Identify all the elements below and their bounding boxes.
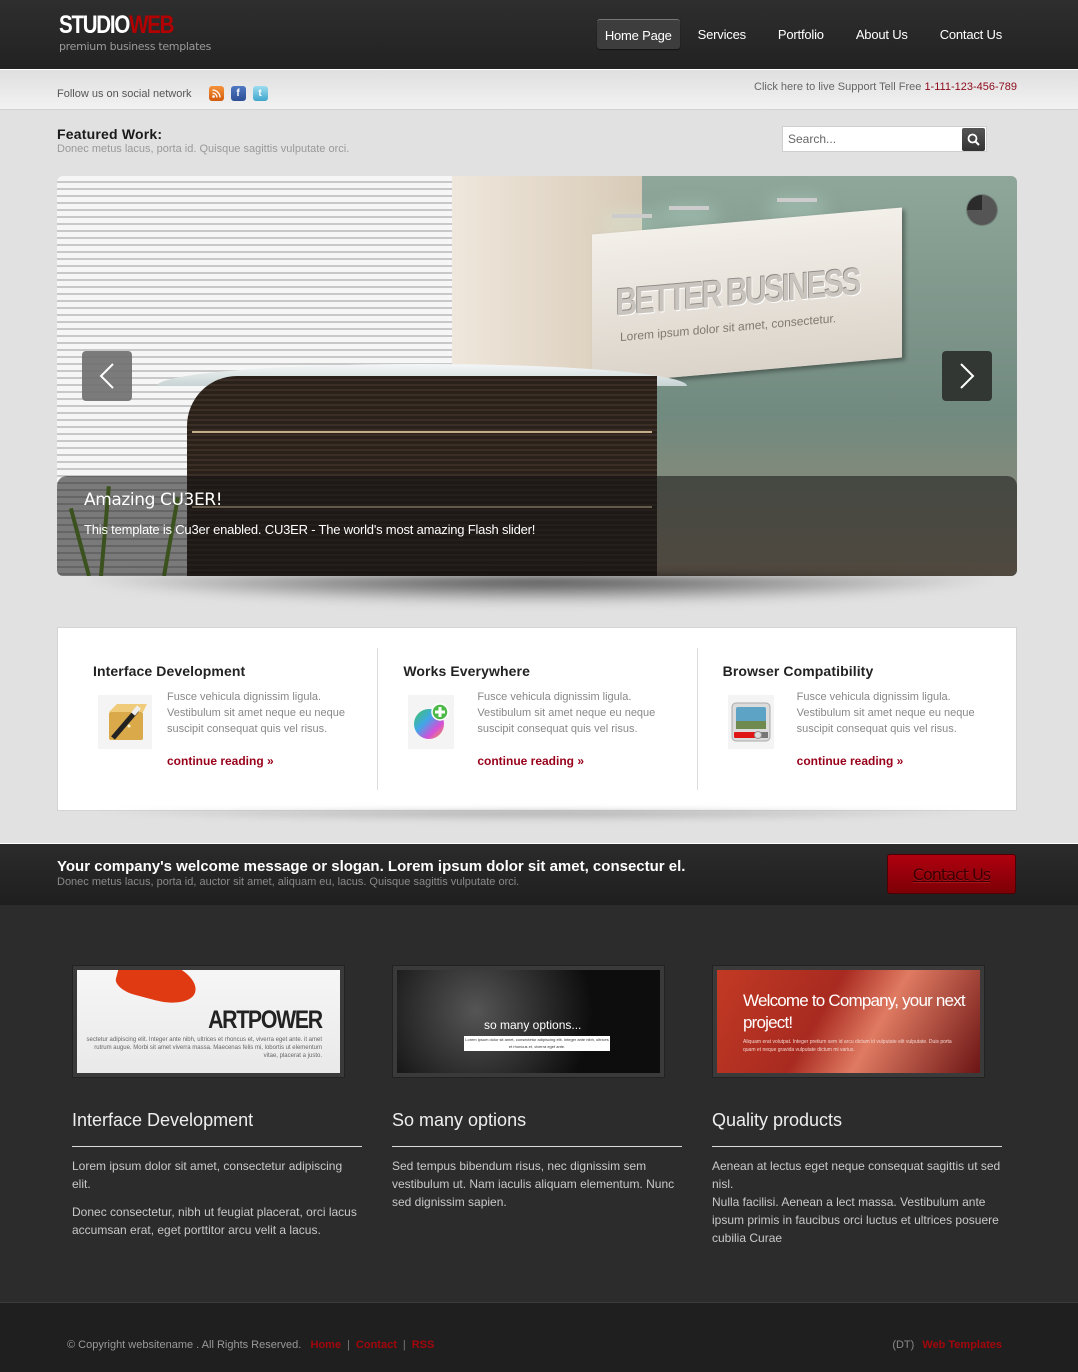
- feature-title: Interface Development: [93, 663, 246, 679]
- features-shadow: [80, 810, 994, 822]
- welcome-subtext: Donec metus lacus, porta id, auctor sit …: [57, 876, 520, 888]
- footer-links: Home | Contact | RSS: [311, 1339, 435, 1351]
- caption-text: This template is Cu3er enabled. CU3ER - …: [84, 522, 536, 537]
- nav-services[interactable]: Services: [684, 19, 760, 49]
- feature-title: Browser Compatibility: [722, 663, 874, 679]
- portfolio-title: Interface Development: [72, 1110, 362, 1147]
- support-text: Click here to live Support Tell Free: [754, 81, 922, 93]
- contact-us-button[interactable]: Contact Us: [887, 854, 1016, 894]
- site-header: STUDIOWEB premium business templates Hom…: [0, 0, 1078, 70]
- welcome-band: Your company's welcome message or slogan…: [0, 843, 1078, 905]
- portfolio-text: Lorem ipsum dolor sit amet, consectetur …: [72, 1159, 343, 1191]
- caption-title: Amazing CU3ER!: [84, 490, 223, 510]
- thumb-text: Aliquam erat volutpat. Integer pretium s…: [743, 1039, 952, 1053]
- support-phone[interactable]: 1-111-123-456-789: [924, 81, 1017, 93]
- slider-prev-button[interactable]: [82, 351, 132, 401]
- portfolio-text: Sed tempus bibendum risus, nec dignissim…: [392, 1159, 675, 1209]
- welcome-company-image: Welcome to Company, your next project! A…: [717, 970, 980, 1073]
- portfolio-item: so many options... Lorem ipsum dolor sit…: [392, 965, 682, 1211]
- portfolio-item: ARTPOWER sectetur adipiscing elit. Integ…: [72, 965, 362, 1239]
- slider-next-button[interactable]: [942, 351, 992, 401]
- thumb-text: sectetur adipiscing elit. Integer ante n…: [86, 1037, 322, 1059]
- color-wheel-add-icon: [408, 695, 455, 749]
- wall-lamp: [669, 206, 709, 210]
- features-box: Interface Development Fusce vehicula dig…: [57, 627, 1017, 811]
- portfolio-text: Donec consectetur, nibh ut feugiat place…: [72, 1205, 357, 1237]
- portfolio-thumbnail[interactable]: Welcome to Company, your next project! A…: [712, 965, 985, 1078]
- logo[interactable]: STUDIOWEB premium business templates: [59, 11, 212, 54]
- logo-tagline: premium business templates: [59, 40, 212, 53]
- feature-text: Fusce vehicula dignissim ligula. Vestibu…: [477, 691, 656, 735]
- feature-title: Works Everywhere: [403, 663, 530, 679]
- so-many-options-image: so many options... Lorem ipsum dolor sit…: [397, 970, 660, 1073]
- continue-reading-link[interactable]: continue reading »: [797, 754, 904, 768]
- thumb-title: so many options...: [484, 1018, 582, 1032]
- portfolio-item: Welcome to Company, your next project! A…: [712, 965, 1002, 1247]
- search-button[interactable]: [962, 128, 985, 151]
- wall-lamp: [777, 198, 817, 202]
- portfolio-title: Quality products: [712, 1110, 1002, 1147]
- portfolio-thumbnail[interactable]: ARTPOWER sectetur adipiscing elit. Integ…: [72, 965, 345, 1078]
- welcome-headline: Your company's welcome message or slogan…: [57, 858, 686, 875]
- separator: |: [347, 1339, 350, 1351]
- artpower-image: ARTPOWER sectetur adipiscing elit. Integ…: [77, 970, 340, 1073]
- separator: |: [402, 1339, 406, 1351]
- footer-link-rss[interactable]: RSS: [412, 1339, 435, 1351]
- featured-title: Featured Work:: [57, 126, 163, 142]
- rss-icon[interactable]: [208, 86, 224, 101]
- follow-text: Follow us on social network: [57, 87, 192, 100]
- support-info[interactable]: Click here to live Support Tell Free 1-1…: [754, 81, 1017, 93]
- feature-text: Fusce vehicula dignissim ligula. Vestibu…: [167, 691, 345, 735]
- slide-timer-icon: [967, 195, 997, 225]
- paint-splash: [113, 970, 201, 1010]
- credit-prefix: (DT): [892, 1339, 915, 1351]
- feature-item: Interface Development Fusce vehicula dig…: [58, 628, 377, 810]
- facebook-icon[interactable]: f: [230, 86, 246, 101]
- chevron-right-icon: [960, 363, 975, 389]
- nav-home-page[interactable]: Home Page: [596, 19, 680, 49]
- footer-link-contact[interactable]: Contact: [356, 1339, 397, 1351]
- portfolio-text: Nulla facilisi. Aenean a lect massa. Ves…: [712, 1195, 999, 1245]
- thumb-title: ARTPOWER: [208, 1006, 323, 1034]
- portfolio-section: ARTPOWER sectetur adipiscing elit. Integ…: [0, 905, 1078, 1303]
- portfolio-title: So many options: [392, 1110, 682, 1147]
- footer-credit: (DT) Web Templates: [892, 1339, 1002, 1351]
- thumb-title: Welcome to Company, your next project!: [743, 991, 966, 1032]
- slider-shadow: [85, 576, 993, 604]
- main-nav: Home Page Services Portfolio About Us Co…: [596, 19, 1016, 49]
- thumb-text: Lorem ipsum dolor sit amet, consectetur …: [464, 1036, 610, 1051]
- slide-caption: Amazing CU3ER! This template is Cu3er en…: [57, 476, 1017, 576]
- footer-link-home[interactable]: Home: [311, 1339, 342, 1351]
- chevron-left-icon: [99, 363, 114, 389]
- featured-slider[interactable]: BETTER BUSINESS Lorem ipsum dolor sit am…: [57, 176, 1017, 576]
- better-business-sign: BETTER BUSINESS Lorem ipsum dolor sit am…: [592, 207, 902, 385]
- logo-wordmark: STUDIOWEB: [59, 11, 174, 39]
- featured-header: Featured Work: Donec metus lacus, porta …: [0, 110, 1078, 175]
- magic-wand-box-icon: [98, 695, 152, 749]
- follow-us: Follow us on social network f t: [57, 86, 268, 101]
- feature-item: Works Everywhere Fusce vehicula dignissi…: [377, 648, 696, 790]
- nav-about-us[interactable]: About Us: [842, 19, 922, 49]
- site-footer: © Copyright websitename . All Rights Res…: [0, 1302, 1078, 1372]
- desk-stripe: [192, 431, 652, 433]
- portfolio-thumbnail[interactable]: so many options... Lorem ipsum dolor sit…: [392, 965, 665, 1078]
- wall-lamp: [612, 214, 652, 218]
- footer-left: © Copyright websitename . All Rights Res…: [67, 1339, 434, 1351]
- feature-item: Browser Compatibility Fusce vehicula dig…: [696, 648, 1016, 790]
- continue-reading-link[interactable]: continue reading »: [477, 754, 584, 768]
- featured-subtitle: Donec metus lacus, porta id. Quisque sag…: [57, 143, 350, 155]
- media-player-icon: [727, 695, 774, 749]
- feature-text: Fusce vehicula dignissim ligula. Vestibu…: [796, 691, 975, 735]
- twitter-icon[interactable]: t: [252, 86, 268, 101]
- nav-contact-us[interactable]: Contact Us: [926, 19, 1016, 49]
- nav-portfolio[interactable]: Portfolio: [764, 19, 838, 49]
- social-bar: Follow us on social network f t Click he…: [0, 70, 1078, 110]
- search-box: [782, 126, 987, 152]
- portfolio-text: Aenean at lectus eget neque consequat sa…: [712, 1159, 1001, 1191]
- continue-reading-link[interactable]: continue reading »: [167, 754, 274, 768]
- web-templates-link[interactable]: Web Templates: [922, 1339, 1002, 1351]
- search-input[interactable]: [783, 127, 958, 151]
- search-icon: [967, 133, 980, 146]
- copyright-text: © Copyright websitename . All Rights Res…: [67, 1339, 302, 1351]
